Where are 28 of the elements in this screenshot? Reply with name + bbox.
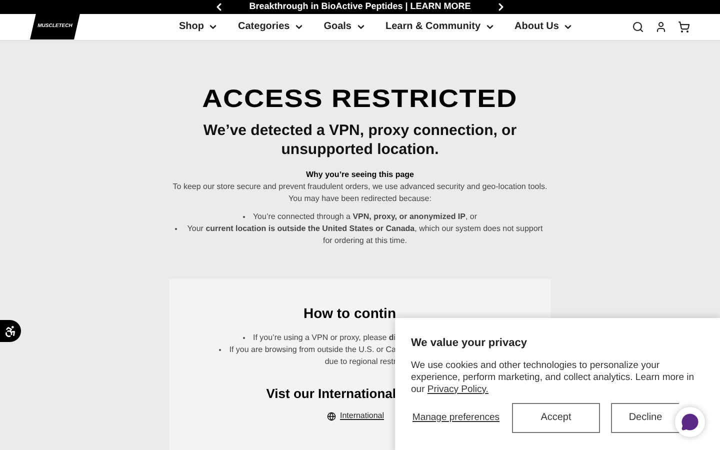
chat-bubble-icon [681,413,699,431]
reason-text: You’re connected through a VPN, proxy, or anonymized IP, or [252,210,478,222]
manage-preferences-link[interactable]: Manage preferences [411,412,501,424]
cookie-text: We use cookies and other technologies to personalize your experience, perform marketing, and collect analytics. Learn more in our Privacy Policy. [411,360,696,396]
privacy-policy-link[interactable]: Privacy Policy. [427,384,488,394]
continue-heading: How to contin [303,304,396,322]
nav-menu-item[interactable]: Categories [238,19,304,34]
why-text: To keep our store secure and prevent fraudulent orders, we use advanced security and geo-location tools. You may have been redirected because: [172,180,548,204]
cart-icon[interactable] [678,20,690,32]
reason-text: Your current location is outside the United States or Canada, which our system does not support for ordering at this time. [186,222,544,246]
why-heading: Why you’re seeing this page [306,168,414,180]
step-text: due to regional restr [324,356,396,368]
nav-menu-item[interactable]: Goals [324,19,366,34]
account-icon[interactable] [655,20,667,32]
international-link[interactable]: International [340,410,384,422]
international-heading: Vist our International [266,384,396,402]
cookie-title: We value your privacy [411,336,528,351]
search-icon[interactable] [632,20,644,32]
page-subtitle: We’ve detected a VPN, proxy connection, or unsupported location. [202,120,518,158]
accessibility-icon [4,324,17,338]
nav-menu-item[interactable]: Shop [179,19,218,34]
announcement-text[interactable]: Breakthrough in BioActive Peptides | LEARN MORE [249,0,471,14]
nav-menu-item[interactable]: Learn & Community [386,19,495,34]
accessibility-button[interactable] [0,320,21,342]
accept-button[interactable]: Accept [512,402,600,432]
page-title: ACCESS RESTRICTED [202,86,518,112]
globe-icon [326,412,336,420]
nav-menu-item[interactable]: About Us [514,19,573,34]
